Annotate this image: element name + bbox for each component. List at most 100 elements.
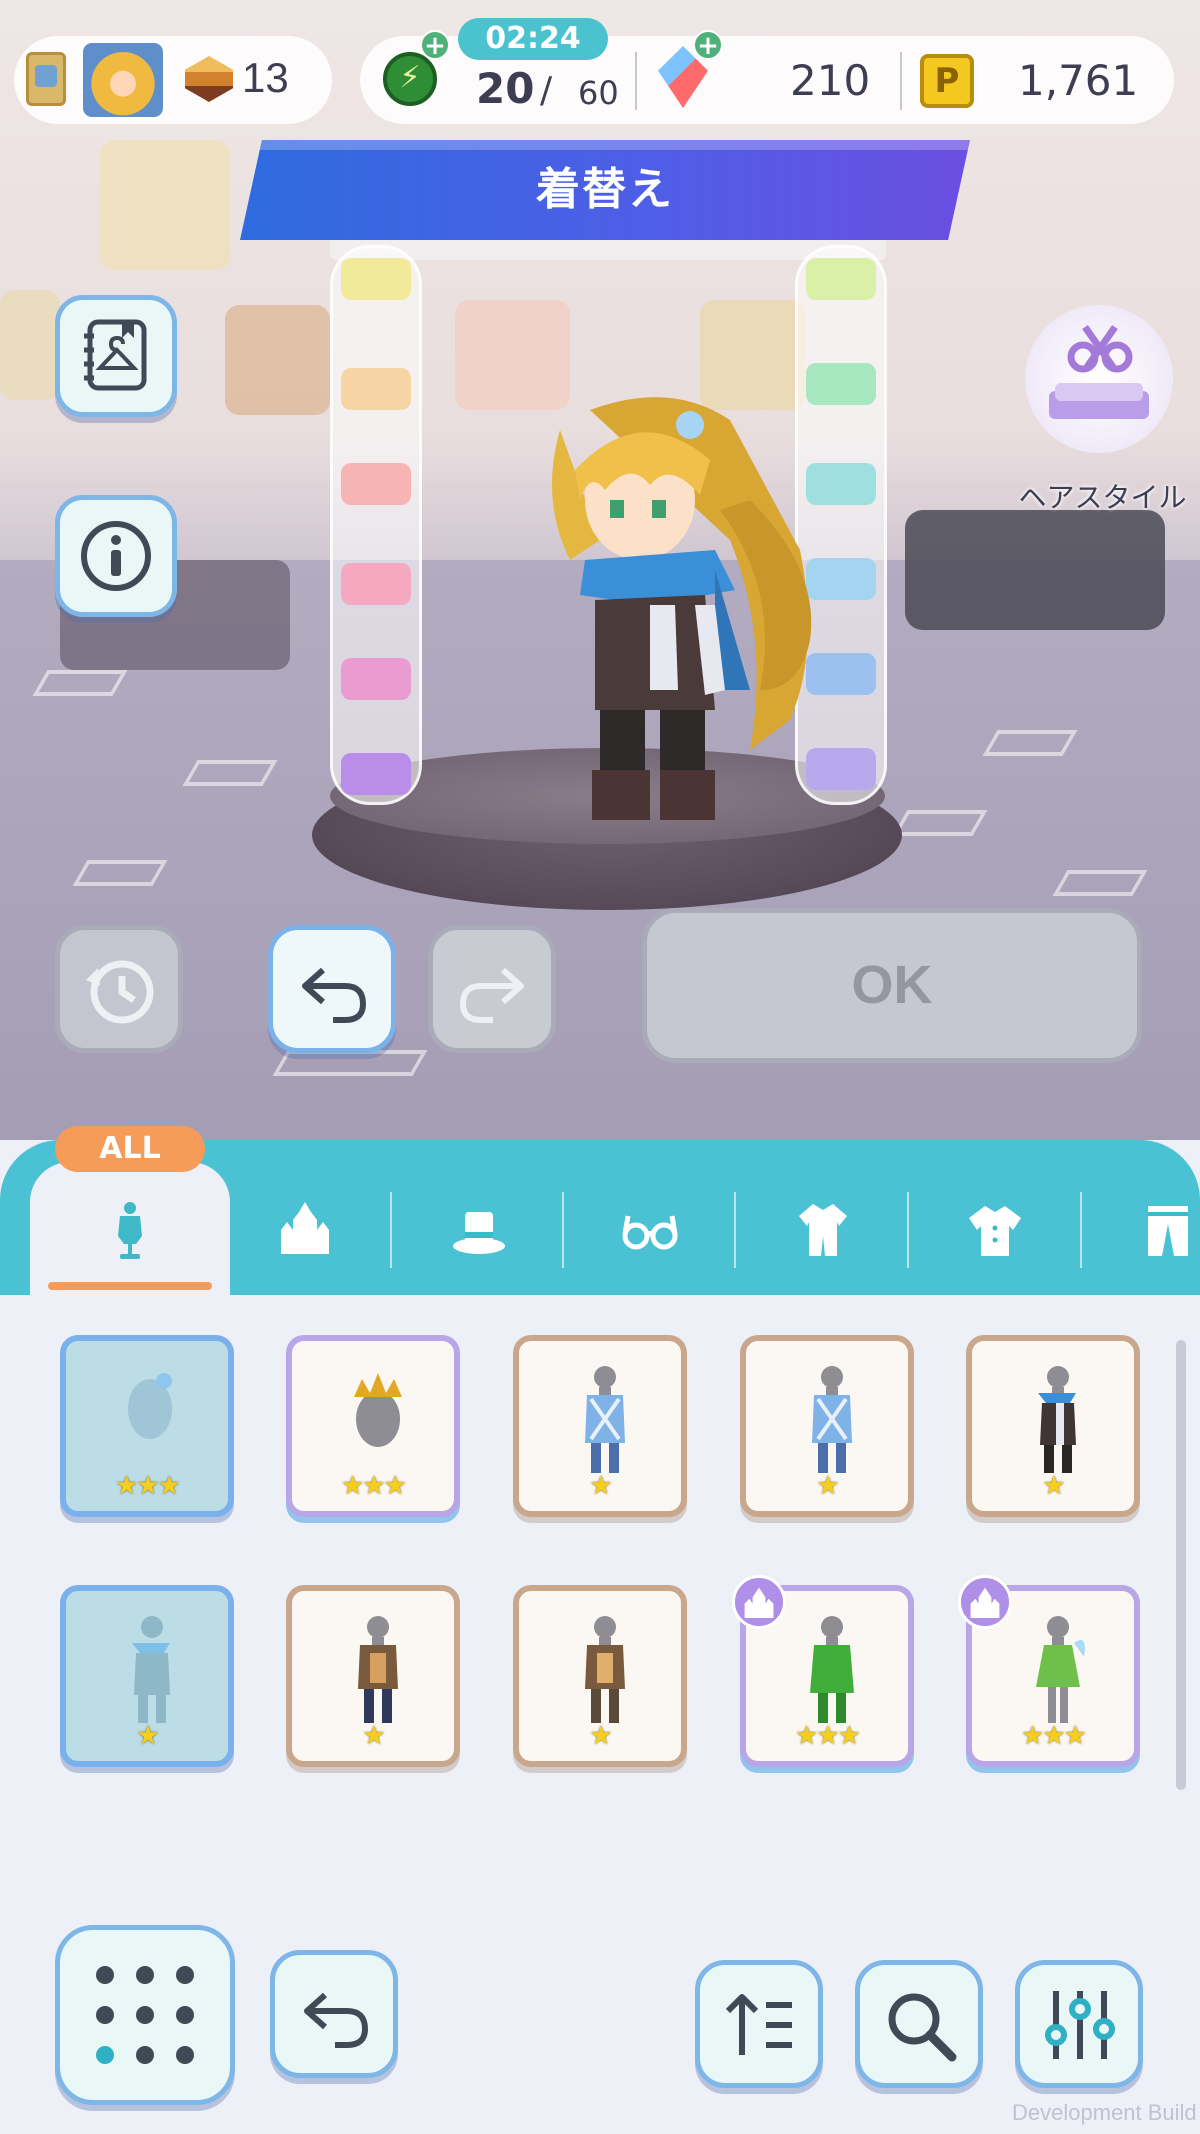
coin-icon: P (920, 54, 974, 108)
sort-button[interactable] (695, 1960, 823, 2088)
history-icon (86, 960, 154, 1024)
tab-pants[interactable] (1113, 1185, 1200, 1275)
filter-button[interactable] (1015, 1960, 1143, 2088)
add-stamina-button[interactable]: + (420, 30, 450, 60)
rarity-stars: ★ (1042, 1471, 1065, 1501)
development-build-label: Development Build (1012, 2100, 1197, 2125)
glasses-icon (622, 1215, 678, 1250)
stamina-separator: / (540, 70, 553, 111)
rarity-stars: ★★★ (115, 1471, 181, 1501)
hair-style-button[interactable] (1025, 305, 1173, 453)
back-arrow-icon (304, 1992, 369, 2048)
fairy-outfit-item-icon (1036, 1616, 1085, 1723)
rarity-stars: ★ (136, 1721, 159, 1751)
add-gem-button[interactable]: + (693, 30, 723, 60)
character-sprite (552, 397, 812, 820)
hanger-notebook-icon (84, 319, 147, 391)
wall-decor (0, 290, 60, 400)
outfit-list-button[interactable] (55, 295, 177, 417)
ok-button[interactable]: OK (642, 908, 1142, 1063)
hair-item-icon (128, 1373, 172, 1439)
tab-all-icon[interactable] (75, 1185, 185, 1275)
pants-icon (1148, 1206, 1188, 1256)
coin-value: 1,761 (1018, 56, 1139, 105)
tab-shirt[interactable] (940, 1185, 1050, 1275)
filter-sliders-icon (1045, 1991, 1115, 2059)
wall-decor (225, 305, 330, 415)
info-button[interactable] (55, 495, 177, 617)
undo-button[interactable] (268, 925, 396, 1053)
shirt-icon (969, 1206, 1021, 1256)
item-card[interactable]: ★ (966, 1335, 1140, 1517)
profile-card-icon[interactable] (26, 52, 66, 106)
green-outfit-item-icon (810, 1616, 854, 1723)
castle-icon (281, 1202, 329, 1254)
tab-separator (562, 1192, 564, 1268)
active-tab-indicator (48, 1282, 212, 1290)
rarity-stars: ★★★ (341, 1471, 407, 1501)
item-card[interactable]: ★ (60, 1585, 234, 1767)
item-grid: ★★★ ★★★ ★ ★ ★ ★ ★ ★ ★★★ ★★★ (0, 1295, 1200, 1835)
sort-icon (725, 1994, 792, 2055)
item-card[interactable]: ★ (513, 1335, 687, 1517)
item-card[interactable]: ★★★ (732, 1575, 914, 1767)
redo-button[interactable] (428, 925, 556, 1053)
search-icon (888, 1993, 957, 2062)
blue-armor-item-icon (585, 1366, 625, 1473)
divider (900, 52, 902, 110)
item-grid-scrollbar[interactable] (1176, 1340, 1186, 1790)
dark-coat-item-icon (1038, 1366, 1076, 1473)
menu-button[interactable] (55, 1925, 235, 2105)
castle-badge-icon (958, 1575, 1012, 1629)
tab-separator (907, 1192, 909, 1268)
rarity-stars: ★★★ (795, 1721, 861, 1751)
divider (635, 52, 637, 110)
rank-value: 13 (242, 54, 289, 101)
wall-decor (100, 140, 230, 270)
stamina-max: 60 (578, 74, 619, 112)
all-badge: ALL (55, 1126, 205, 1172)
floor-tile (272, 1050, 428, 1076)
floor-tile (182, 760, 278, 786)
info-icon (81, 521, 151, 591)
tab-separator (734, 1192, 736, 1268)
mannequin-icon (118, 1202, 142, 1259)
undo-arrow-icon (302, 967, 367, 1023)
hair-style-label: ヘアスタイル (1018, 481, 1187, 514)
rarity-stars: ★ (362, 1721, 385, 1751)
tab-hat[interactable] (424, 1185, 534, 1275)
blue-armor-item-icon (812, 1366, 852, 1473)
tab-separator (1080, 1192, 1082, 1268)
search-button[interactable] (855, 1960, 983, 2088)
floor-tile (32, 670, 128, 696)
item-card[interactable]: ★ (286, 1585, 460, 1767)
rarity-stars: ★ (816, 1471, 839, 1501)
back-button[interactable] (270, 1950, 398, 2078)
crown-hair-item-icon (354, 1373, 402, 1447)
grid-menu-icon (96, 1966, 194, 2064)
item-card[interactable]: ★★★ (286, 1335, 460, 1517)
tab-separator (390, 1192, 392, 1268)
sofa (905, 510, 1165, 630)
tab-castle[interactable] (250, 1185, 360, 1275)
brown-outfit-item-icon (358, 1616, 398, 1723)
fabric-tube-left (330, 245, 422, 805)
outfit-icon (799, 1204, 847, 1256)
floor-tile (1052, 870, 1148, 896)
gem-value: 210 (790, 56, 871, 105)
tab-glasses[interactable] (595, 1185, 705, 1275)
rarity-stars: ★★★ (1021, 1721, 1087, 1751)
brown-outfit-item-icon (585, 1616, 625, 1723)
floor-tile (892, 810, 988, 836)
item-card[interactable]: ★ (513, 1585, 687, 1767)
stamina-timer: 02:24 (458, 18, 608, 60)
history-button[interactable] (55, 925, 183, 1053)
redo-arrow-icon (459, 967, 524, 1023)
avatar[interactable] (80, 40, 166, 120)
item-card[interactable]: ★★★ (60, 1335, 234, 1517)
stamina-current: 20 (476, 64, 535, 113)
tab-outfit[interactable] (768, 1185, 878, 1275)
item-card[interactable]: ★ (740, 1335, 914, 1517)
page-title: 着替え (536, 164, 674, 215)
item-card[interactable]: ★★★ (958, 1575, 1140, 1767)
